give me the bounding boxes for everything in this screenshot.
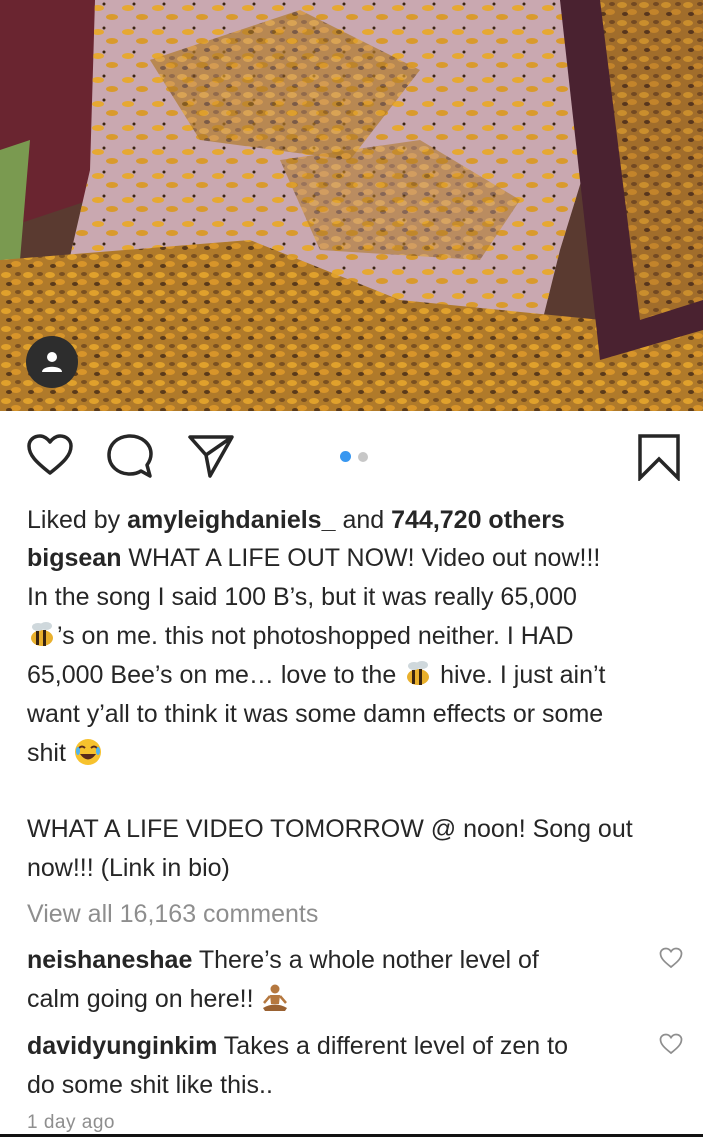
- comment-text: Takes a different level of zen to: [217, 1032, 568, 1060]
- author-username[interactable]: bigsean: [27, 544, 121, 572]
- caption-text: ’s on me. this not photoshopped neither.…: [57, 622, 574, 650]
- heart-icon[interactable]: [26, 433, 74, 477]
- user-icon: [42, 352, 62, 372]
- caption-text: shit: [27, 739, 73, 767]
- caption-text: now!!! (Link in bio): [27, 854, 230, 882]
- caption-text: WHAT A LIFE VIDEO TOMORROW @ noon! Song …: [27, 815, 633, 843]
- caption-text: want y’all to think it was some damn eff…: [27, 700, 604, 728]
- carousel-dot: [358, 452, 368, 462]
- liked-count[interactable]: 744,720 others: [391, 506, 565, 534]
- action-bar: [0, 411, 703, 501]
- user-tag-button[interactable]: [26, 336, 78, 388]
- liked-prefix: Liked by: [27, 506, 128, 534]
- comment-item: davidyunginkim Takes a different level o…: [27, 1027, 637, 1105]
- comment-username[interactable]: davidyunginkim: [27, 1032, 217, 1060]
- caption-paragraph-2: WHAT A LIFE VIDEO TOMORROW @ noon! Song …: [27, 810, 687, 888]
- likes-line: Liked by amyleighdaniels_ and 744,720 ot…: [27, 501, 687, 540]
- laughing-icon: [74, 739, 101, 765]
- comment-text: do some shit like this..: [27, 1071, 273, 1099]
- comment-like-heart-icon[interactable]: [659, 1033, 683, 1055]
- bookmark-icon[interactable]: [637, 433, 681, 481]
- bees-photo: [0, 0, 703, 411]
- comment-item: neishaneshae There’s a whole nother leve…: [27, 941, 637, 1019]
- comment-text: There’s a whole nother level of: [192, 946, 539, 974]
- meditation-icon: [263, 984, 288, 1011]
- comment-username[interactable]: neishaneshae: [27, 946, 192, 974]
- caption-text: WHAT A LIFE OUT NOW! Video out now!!!: [121, 544, 601, 572]
- comment-icon[interactable]: [107, 433, 153, 479]
- view-all-comments-link[interactable]: View all 16,163 comments: [27, 895, 687, 934]
- caption-text: 65,000 Bee’s on me… love to the: [27, 661, 404, 689]
- bee-icon: [407, 661, 430, 685]
- liked-middle: and: [335, 506, 392, 534]
- post-timestamp: 1 day ago: [27, 1112, 115, 1133]
- comment-like-heart-icon[interactable]: [659, 947, 683, 969]
- view-comments-label: View all 16,163 comments: [27, 900, 319, 928]
- bee-icon: [31, 622, 53, 646]
- post-photo[interactable]: [0, 0, 703, 411]
- caption-text: In the song I said 100 B’s, but it was r…: [27, 583, 577, 611]
- caption-text: hive. I just ain’t: [433, 661, 606, 689]
- carousel-dot-active: [340, 451, 351, 462]
- comment-text: calm going on here!!: [27, 985, 261, 1013]
- liked-username[interactable]: amyleighdaniels_: [127, 506, 335, 534]
- caption: bigsean WHAT A LIFE OUT NOW! Video out n…: [27, 539, 687, 773]
- share-icon[interactable]: [187, 433, 235, 479]
